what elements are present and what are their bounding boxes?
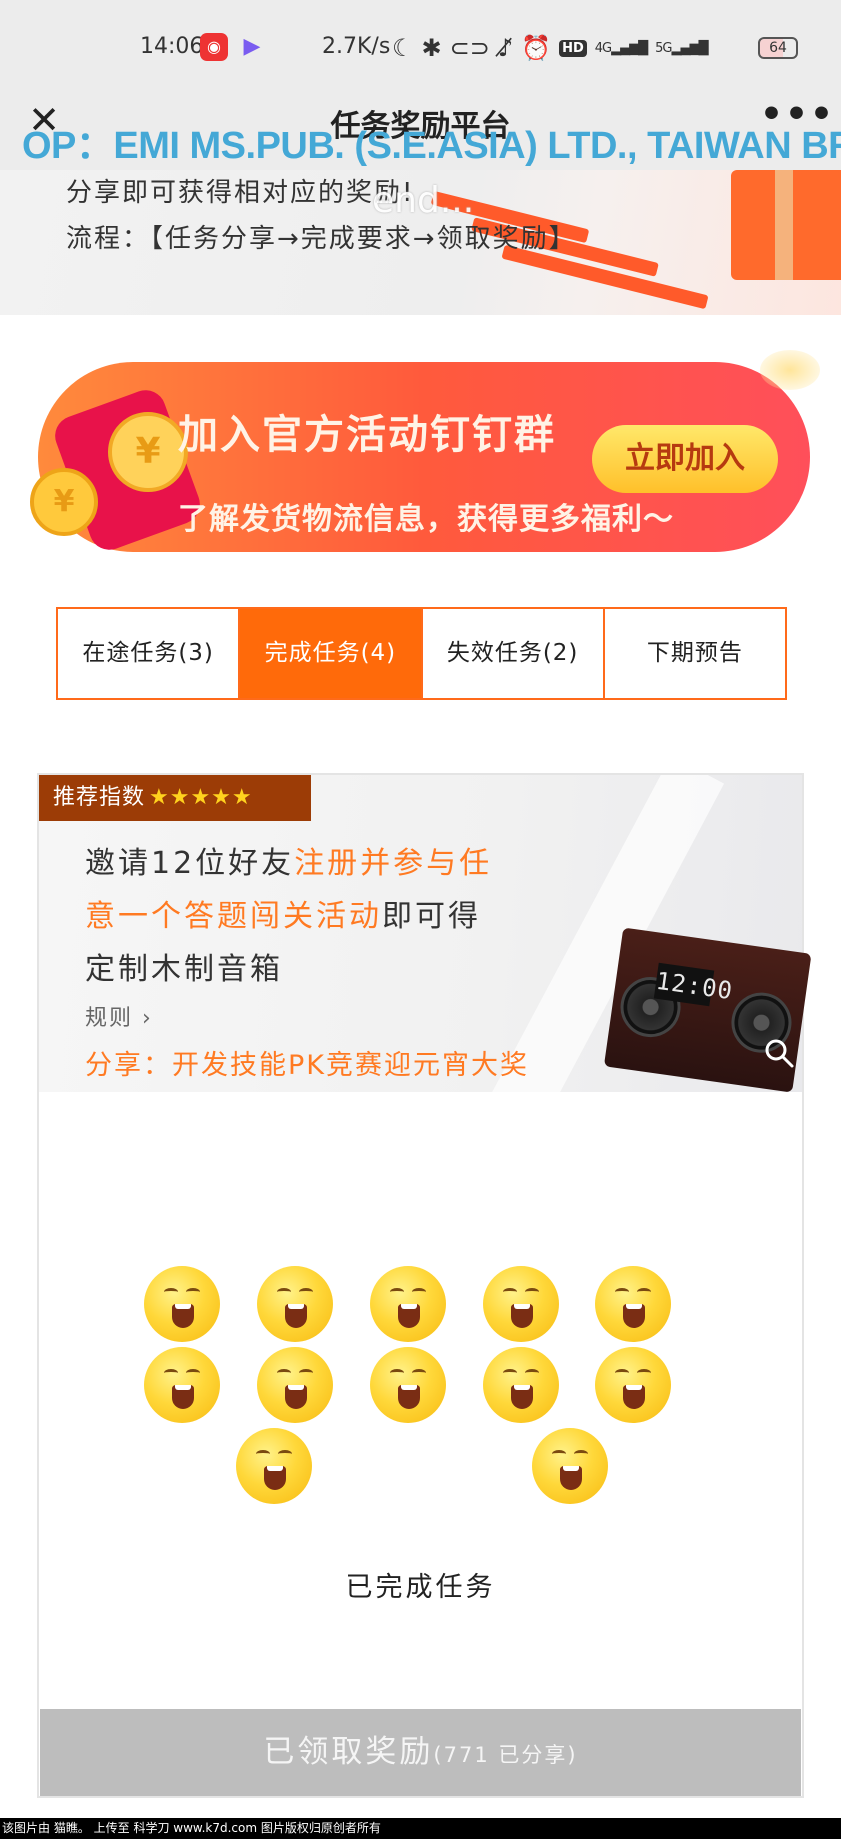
bluetooth-icon: ✱ — [421, 34, 442, 62]
alarm-icon: ⏰ — [521, 34, 552, 62]
claim-reward-button[interactable]: 已领取奖励(771 已分享) — [40, 1709, 801, 1796]
share-title: 分享：开发技能PK竞赛迎元宵大奖 — [85, 1050, 529, 1081]
tab-expired[interactable]: 失效任务(2) — [423, 609, 605, 698]
red-packet-coins-icon: ¥ ¥ — [30, 384, 206, 556]
laughing-emoji-icon — [370, 1266, 446, 1342]
task-desc-line-3: 定制木制音箱 — [85, 952, 283, 987]
chevron-right-icon: › — [142, 1006, 153, 1031]
laughing-emoji-icon — [257, 1347, 333, 1423]
overlay-end-text: end... — [372, 180, 475, 221]
play-store-icon: ▶ — [243, 34, 261, 59]
laughing-emoji-icon — [595, 1347, 671, 1423]
task-tabs: 在途任务(3) 完成任务(4) 失效任务(2) 下期预告 — [56, 607, 787, 700]
tab-completed[interactable]: 完成任务(4) — [240, 609, 423, 698]
footer-watermark: 该图片由 猫瞧。 上传至 科学刀 www.k7d.com 图片版权归原创者所有 — [0, 1818, 841, 1839]
laughing-emoji-icon — [144, 1347, 220, 1423]
banner-subtitle: 了解发货物流信息，获得更多福利～ — [178, 502, 674, 537]
task-desc-line-1: 邀请12位好友注册并参与任 — [85, 846, 493, 881]
tab-in-progress[interactable]: 在途任务(3) — [58, 609, 241, 698]
intro-line-2: 流程：【任务分享→完成要求→领取奖励】 — [66, 224, 577, 254]
status-time: 14:06 — [140, 34, 204, 59]
speaker-clock-display: 12:00 — [653, 962, 735, 1007]
wooden-speaker-image: 12:00 — [602, 927, 812, 1103]
signal-4g-icon: 4G▂▄▆█ — [594, 40, 648, 56]
status-icons: ☾ ✱ ⊂⊃ ♪̸ ⏰ HD 4G▂▄▆█ 5G▂▄▆█ — [392, 30, 708, 66]
completed-task-label: 已完成任务 — [345, 1572, 496, 1603]
recommend-badge: 推荐指数 ★★★★★ — [39, 775, 311, 821]
search-icon[interactable] — [762, 1036, 796, 1070]
laughing-emoji-icon — [595, 1266, 671, 1342]
nfc-icon: ⊂⊃ — [449, 34, 490, 62]
netease-music-icon: ◉ — [200, 33, 228, 61]
laughing-emoji-icon — [532, 1428, 608, 1504]
rating-stars-icon: ★★★★★ — [149, 785, 253, 810]
moon-icon: ☾ — [392, 34, 414, 62]
intro-line-1: 分享即可获得相对应的奖励! — [66, 178, 415, 208]
laughing-emoji-icon — [144, 1266, 220, 1342]
laughing-emoji-icon — [370, 1347, 446, 1423]
task-desc-line-2: 意一个答题闯关活动即可得 — [85, 899, 481, 934]
laughing-emoji-icon — [236, 1428, 312, 1504]
battery-icon: 64 — [758, 37, 798, 59]
tab-next-preview[interactable]: 下期预告 — [605, 609, 785, 698]
signal-5g-icon: 5G▂▄▆█ — [655, 40, 708, 56]
share-count: (771 已分享) — [433, 1743, 578, 1767]
rules-link[interactable]: 规则 › — [85, 1000, 153, 1032]
laughing-emoji-icon — [257, 1266, 333, 1342]
banner-title: 加入官方活动钉钉群 — [178, 412, 556, 458]
status-net-speed: 2.7K/s — [322, 34, 391, 59]
laughing-emoji-icon — [483, 1266, 559, 1342]
mute-icon: ♪̸ — [497, 34, 514, 62]
laughing-emoji-icon — [483, 1347, 559, 1423]
join-now-button[interactable]: 立即加入 — [592, 425, 778, 493]
overlay-banner-text: OP：EMI MS.PUB. (S.E.ASIA) LTD., TAIWAN B… — [22, 125, 841, 167]
sparkle-decoration — [760, 350, 820, 390]
hd-icon: HD — [559, 39, 587, 57]
